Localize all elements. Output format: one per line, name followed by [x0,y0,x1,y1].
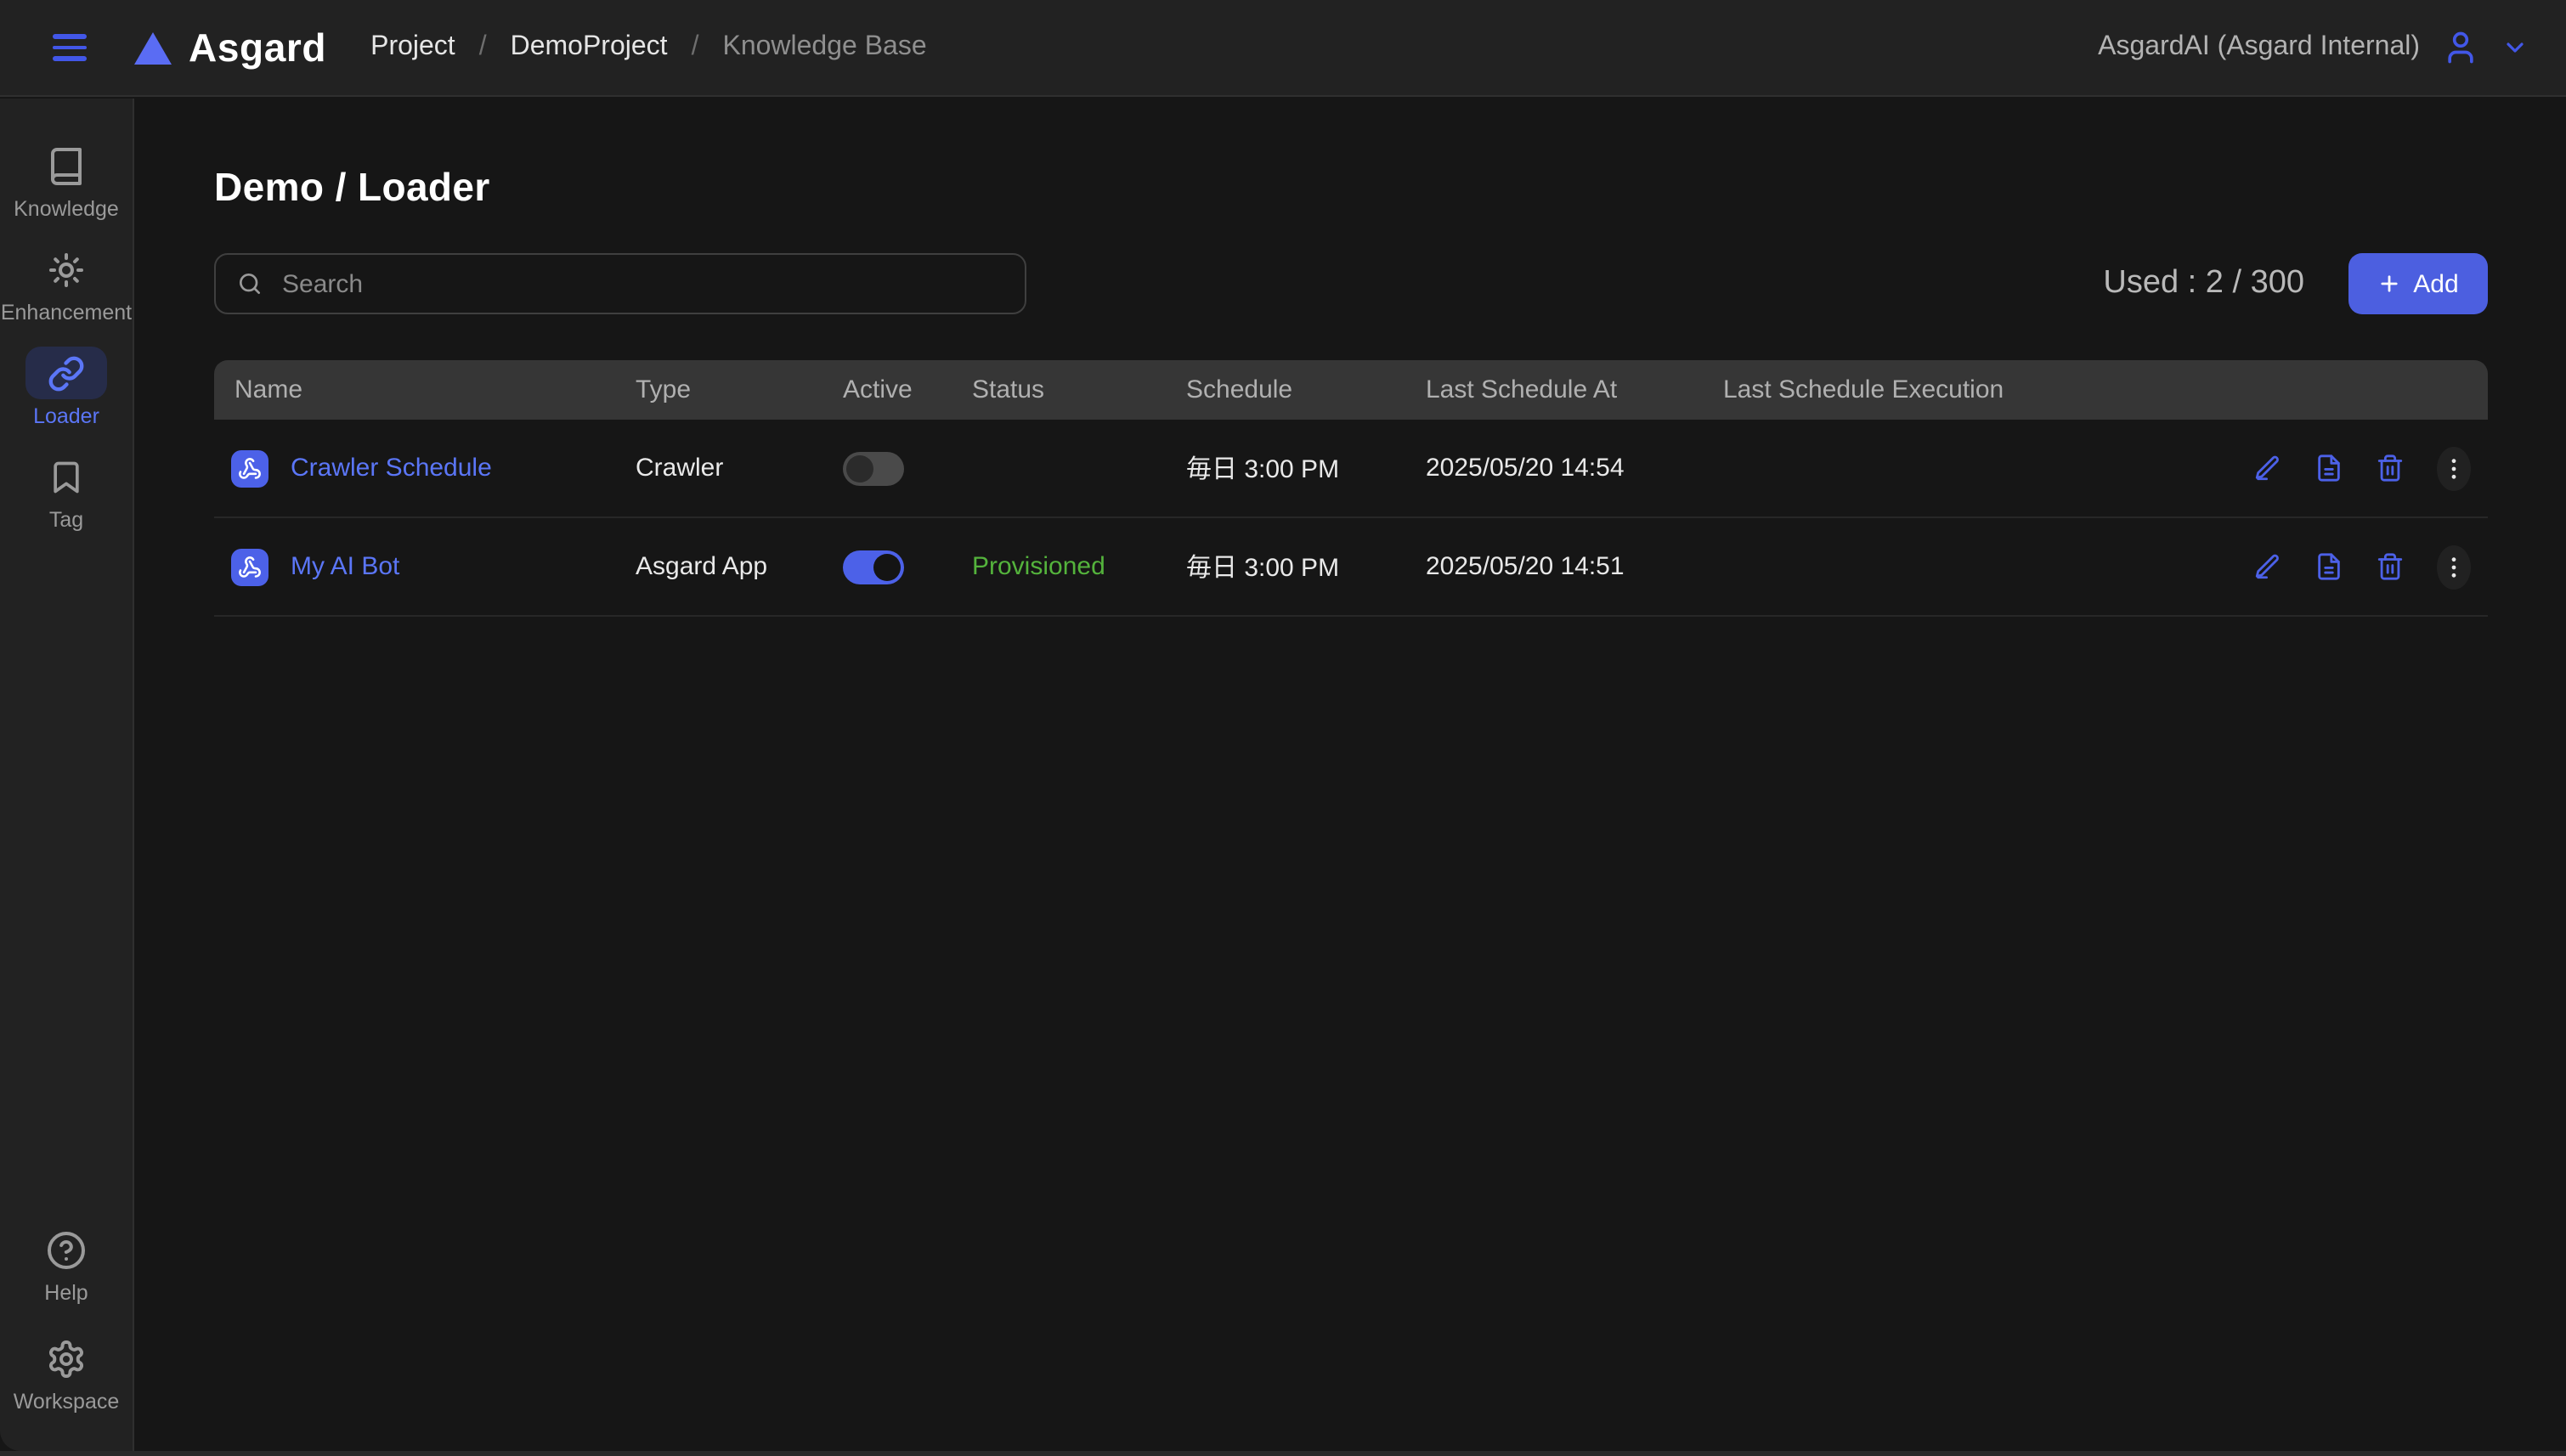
sidebar-item-label: Tag [49,508,83,532]
sidebar-item-label: Workspace [14,1390,120,1414]
breadcrumb-separator: / [479,32,487,63]
column-header-last-schedule-execution: Last Schedule Execution [1703,375,2233,404]
page-title: Demo / Loader [214,165,2488,211]
webhook-icon [231,449,268,487]
hamburger-menu-icon[interactable] [53,34,87,61]
logo-text: Asgard [189,25,326,71]
search-input[interactable] [279,268,1004,300]
loader-name-link[interactable]: Crawler Schedule [291,454,492,483]
bookmark-icon [46,456,87,497]
table-header-row: Name Type Active Status Schedule Last Sc… [214,360,2488,420]
asgard-logo[interactable]: Asgard [134,25,326,71]
sidebar-item-tag[interactable]: Tag [0,450,133,532]
status-cell: Provisioned [952,552,1166,581]
window-bottom-edge [0,1451,2566,1456]
kebab-menu-icon[interactable] [2437,545,2471,589]
brightness-icon [46,249,87,290]
main-content: Demo / Loader Used : 2 / 300 Add Name Ty… [136,99,2566,1456]
sidebar: Knowledge Enhancement Loader Tag H [0,99,134,1451]
sidebar-item-enhancement[interactable]: Enhancement [0,243,133,324]
loader-table: Name Type Active Status Schedule Last Sc… [214,360,2488,617]
plus-icon [2377,272,2401,296]
active-toggle[interactable] [843,550,904,584]
edit-icon[interactable] [2253,552,2282,581]
type-cell: Asgard App [615,552,822,581]
book-icon [46,145,87,186]
column-header-status: Status [952,375,1166,404]
sidebar-item-label: Enhancement [1,301,132,324]
column-header-last-schedule-at: Last Schedule At [1405,375,1703,404]
document-icon[interactable] [2314,454,2343,483]
table-row: My AI Bot Asgard App Provisioned 毎日 3:00… [214,518,2488,617]
row-actions [2233,545,2488,589]
gear-icon [46,1338,87,1379]
sidebar-item-workspace[interactable]: Workspace [0,1332,133,1414]
sidebar-item-label: Knowledge [14,197,119,221]
trash-icon[interactable] [2376,552,2405,581]
row-actions [2233,446,2488,490]
document-icon[interactable] [2314,552,2343,581]
schedule-cell: 毎日 3:00 PM [1166,450,1405,486]
usage-counter: Used : 2 / 300 [2103,265,2304,302]
sidebar-item-label: Help [44,1281,88,1305]
edit-icon[interactable] [2253,454,2282,483]
breadcrumb-knowledge-base: Knowledge Base [722,32,926,63]
column-header-active: Active [822,375,952,404]
account-label: AsgardAI (Asgard Internal) [2098,32,2420,63]
sidebar-item-label: Loader [33,404,99,428]
sidebar-item-loader[interactable]: Loader [0,347,133,428]
last-schedule-at-cell: 2025/05/20 14:51 [1405,552,1703,581]
search-box[interactable] [214,253,1026,314]
webhook-icon [231,548,268,585]
app-window: Asgard Project / DemoProject / Knowledge… [0,0,2566,1456]
triangle-logo-icon [134,31,172,64]
type-cell: Crawler [615,454,822,483]
link-icon [46,353,87,393]
breadcrumb-project[interactable]: Project [370,32,455,63]
add-button[interactable]: Add [2348,253,2488,314]
search-icon [236,270,263,297]
column-header-type: Type [615,375,822,404]
user-icon [2442,29,2479,66]
add-button-label: Add [2413,269,2458,298]
active-toggle[interactable] [843,451,904,485]
trash-icon[interactable] [2376,454,2405,483]
toolbar: Used : 2 / 300 Add [214,253,2488,314]
breadcrumb: Project / DemoProject / Knowledge Base [370,32,927,63]
sidebar-item-knowledge[interactable]: Knowledge [0,139,133,221]
table-row: Crawler Schedule Crawler 毎日 3:00 PM 2025… [214,420,2488,518]
column-header-name: Name [214,375,615,404]
loader-name-link[interactable]: My AI Bot [291,552,399,581]
chevron-down-icon[interactable] [2501,34,2529,61]
help-circle-icon [46,1229,87,1270]
schedule-cell: 毎日 3:00 PM [1166,549,1405,584]
sidebar-item-help[interactable]: Help [0,1223,133,1305]
top-header: Asgard Project / DemoProject / Knowledge… [0,0,2566,97]
breadcrumb-separator: / [692,32,699,63]
account-menu[interactable]: AsgardAI (Asgard Internal) [2098,29,2529,66]
kebab-menu-icon[interactable] [2437,446,2471,490]
breadcrumb-demoproject[interactable]: DemoProject [511,32,668,63]
last-schedule-at-cell: 2025/05/20 14:54 [1405,454,1703,483]
column-header-schedule: Schedule [1166,375,1405,404]
